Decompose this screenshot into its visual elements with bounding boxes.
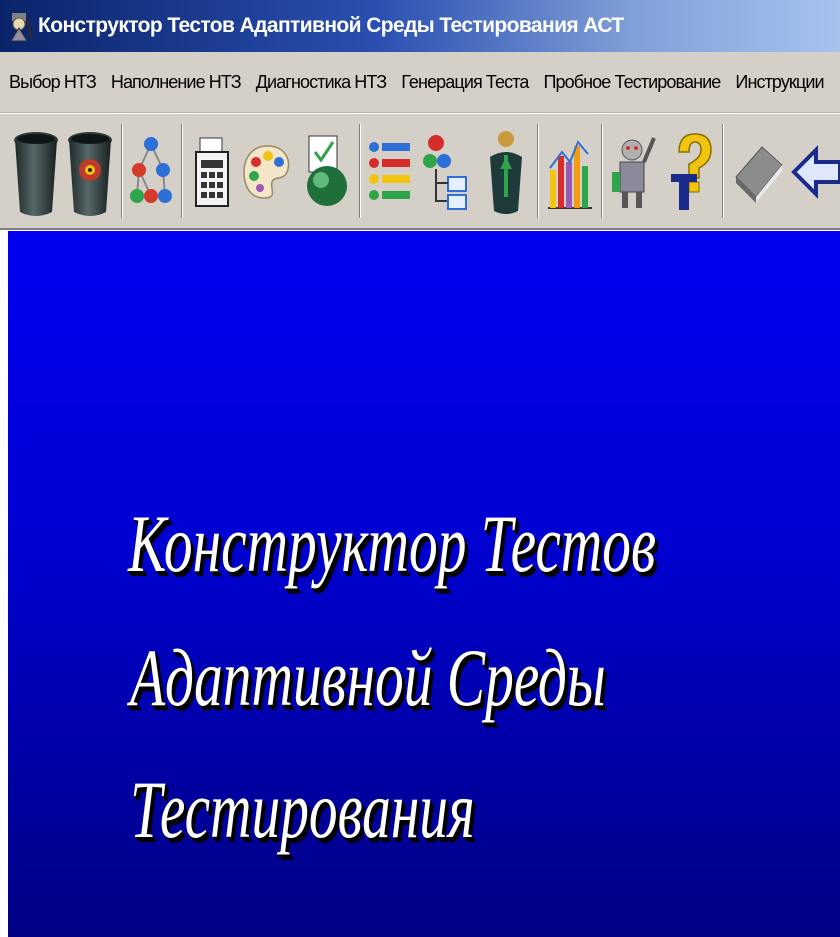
flowchart-icon [422, 131, 474, 213]
menu-item-probnoe-testirovanie[interactable]: Пробное Тестирование [534, 72, 726, 93]
list-bullets-icon [367, 139, 413, 205]
toolbar-button-flow[interactable] [420, 114, 476, 229]
toolbar-button-back[interactable] [790, 114, 840, 229]
heading-line-1: Конструктор Тестов [128, 498, 656, 589]
heading-line-2: Адаптивной Среды [130, 632, 606, 723]
palette-icon [242, 142, 292, 202]
application-window: Конструктор Тестов Адаптивной Среды Тест… [0, 0, 840, 937]
bar-chart-icon [546, 132, 594, 212]
menu-item-vybor-ntz[interactable]: Выбор НТЗ [0, 72, 102, 93]
toolbar-button-book[interactable] [730, 114, 786, 229]
toolbar-button-check[interactable] [298, 114, 354, 229]
toolbar-button-award[interactable] [480, 114, 532, 229]
toolbar-button-palette[interactable] [240, 114, 294, 229]
toolbar-separator [601, 124, 603, 218]
toolbar-separator [359, 124, 361, 218]
toolbar-button-trash[interactable] [10, 114, 62, 229]
toolbar-button-trash-disk[interactable] [64, 114, 116, 229]
back-arrow-icon [790, 142, 840, 202]
book-icon [732, 137, 784, 207]
robot-tools-icon [610, 132, 658, 212]
toolbar-button-help[interactable] [665, 114, 717, 229]
toolbar-separator [181, 124, 183, 218]
toolbar-button-tools[interactable] [608, 114, 660, 229]
molecule-tree-icon [129, 132, 173, 212]
person-award-icon [484, 127, 528, 217]
toolbar [0, 113, 840, 230]
trash-bin-icon [12, 124, 60, 220]
toolbar-separator [121, 124, 123, 218]
toolbar-button-calculator[interactable] [190, 114, 236, 229]
menu-bar: Выбор НТЗ Наполнение НТЗ Диагностика НТЗ… [0, 52, 840, 113]
heading-line-3: Тестирования [130, 764, 475, 855]
menu-item-diagnostika-ntz[interactable]: Диагностика НТЗ [247, 72, 393, 93]
menu-item-generatsiya-testa[interactable]: Генерация Теста [392, 72, 534, 93]
splash-panel: Конструктор Тестов Адаптивной Среды Тест… [8, 231, 840, 937]
menu-item-instruktsii[interactable]: Инструкции [726, 72, 829, 93]
window-title: Конструктор Тестов Адаптивной Среды Тест… [38, 14, 624, 37]
window-border [0, 231, 8, 937]
wizard-icon [8, 11, 34, 42]
help-question-icon [669, 130, 713, 214]
toolbar-separator [537, 124, 539, 218]
toolbar-button-chart[interactable] [544, 114, 596, 229]
toolbar-button-list[interactable] [365, 114, 415, 229]
title-bar[interactable]: Конструктор Тестов Адаптивной Среды Тест… [0, 0, 840, 52]
trash-bin-disk-icon [66, 124, 114, 220]
toolbar-separator [722, 124, 724, 218]
calculator-document-icon [194, 132, 232, 212]
toolbar-button-structure[interactable] [128, 114, 174, 229]
document-check-icon [301, 132, 351, 212]
menu-item-napolnenie-ntz[interactable]: Наполнение НТЗ [102, 72, 247, 93]
